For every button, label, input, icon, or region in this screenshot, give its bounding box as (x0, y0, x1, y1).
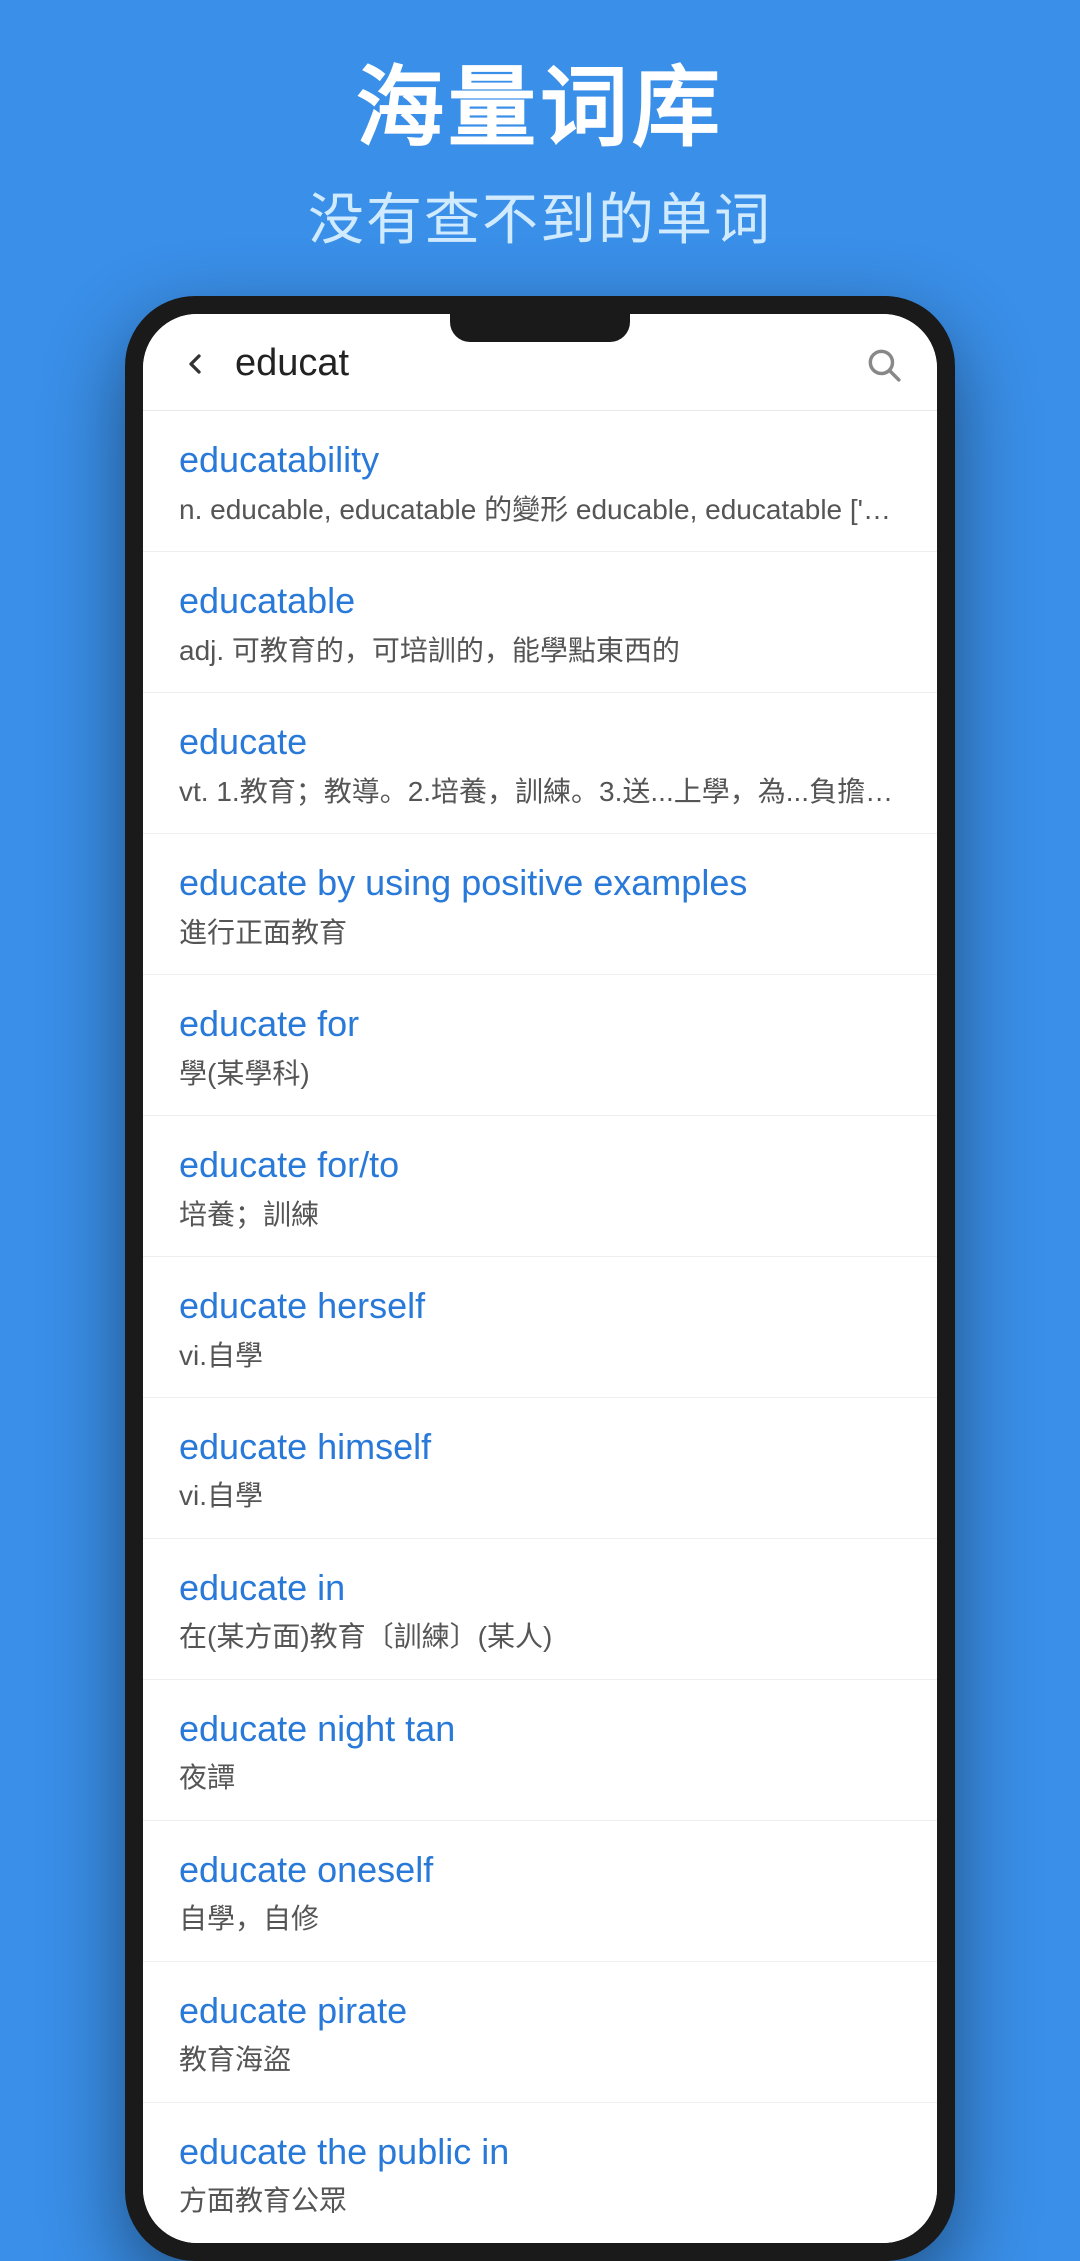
search-input[interactable] (235, 342, 841, 385)
list-item-title: educate for (179, 1001, 901, 1048)
list-item[interactable]: educatable adj. 可教育的，可培訓的，能學點東西的 (143, 552, 937, 693)
list-item[interactable]: educate oneself 自學，自修 (143, 1821, 937, 1962)
list-item-desc: vi.自學 (179, 1336, 901, 1375)
list-item-desc: 在(某方面)教育〔訓練〕(某人) (179, 1617, 901, 1656)
list-item-title: educate by using positive examples (179, 860, 901, 907)
list-item[interactable]: educate the public in 方面教育公眾 (143, 2103, 937, 2243)
search-icon-button[interactable] (861, 342, 905, 386)
list-item-desc: n. educable, educatable 的變形 educable, ed… (179, 490, 901, 529)
list-item-title: educate in (179, 1565, 901, 1612)
list-item-desc: 進行正面教育 (179, 913, 901, 952)
list-item-desc: adj. 可教育的，可培訓的，能學點東西的 (179, 631, 901, 670)
list-item[interactable]: educate for/to 培養；訓練 (143, 1116, 937, 1257)
list-item-title: educate oneself (179, 1847, 901, 1894)
list-item-title: educate himself (179, 1424, 901, 1471)
list-item[interactable]: educate herself vi.自學 (143, 1257, 937, 1398)
list-item-desc: vt. 1.教育；教導。2.培養，訓練。3.送...上學，為...負擔學費。 n… (179, 772, 901, 811)
phone-notch (450, 314, 630, 342)
list-item-title: educate herself (179, 1283, 901, 1330)
list-item-title: educate (179, 719, 901, 766)
list-item[interactable]: educate for 學(某學科) (143, 975, 937, 1116)
list-item-title: educatable (179, 578, 901, 625)
list-item[interactable]: educate himself vi.自學 (143, 1398, 937, 1539)
phone-mockup: educatability n. educable, educatable 的變形… (125, 296, 955, 2261)
list-item-title: educate night tan (179, 1706, 901, 1753)
list-item-desc: 夜譚 (179, 1758, 901, 1797)
header-area: 海量词库 没有查不到的单词 (308, 0, 772, 256)
result-list: educatability n. educable, educatable 的變形… (143, 411, 937, 2243)
list-item-desc: 教育海盜 (179, 2040, 901, 2079)
list-item-desc: 自學，自修 (179, 1899, 901, 1938)
list-item[interactable]: educate pirate 教育海盜 (143, 1962, 937, 2103)
header-subtitle: 没有查不到的单词 (308, 175, 772, 256)
list-item-desc: 方面教育公眾 (179, 2181, 901, 2220)
list-item[interactable]: educatability n. educable, educatable 的變形… (143, 411, 937, 552)
list-item-desc: vi.自學 (179, 1476, 901, 1515)
list-item[interactable]: educate vt. 1.教育；教導。2.培養，訓練。3.送...上學，為...… (143, 693, 937, 834)
list-item-title: educate pirate (179, 1988, 901, 2035)
list-item-title: educatability (179, 437, 901, 484)
list-item[interactable]: educate night tan 夜譚 (143, 1680, 937, 1821)
page-background: 海量词库 没有查不到的单词 (0, 0, 1080, 2261)
list-item[interactable]: educate by using positive examples 進行正面教育 (143, 834, 937, 975)
list-item-title: educate for/to (179, 1142, 901, 1189)
list-item-desc: 學(某學科) (179, 1054, 901, 1093)
list-item-desc: 培養；訓練 (179, 1195, 901, 1234)
header-title: 海量词库 (308, 60, 772, 157)
list-item-title: educate the public in (179, 2129, 901, 2176)
phone-screen: educatability n. educable, educatable 的變形… (143, 314, 937, 2243)
list-item[interactable]: educate in 在(某方面)教育〔訓練〕(某人) (143, 1539, 937, 1680)
back-button[interactable] (175, 344, 215, 384)
